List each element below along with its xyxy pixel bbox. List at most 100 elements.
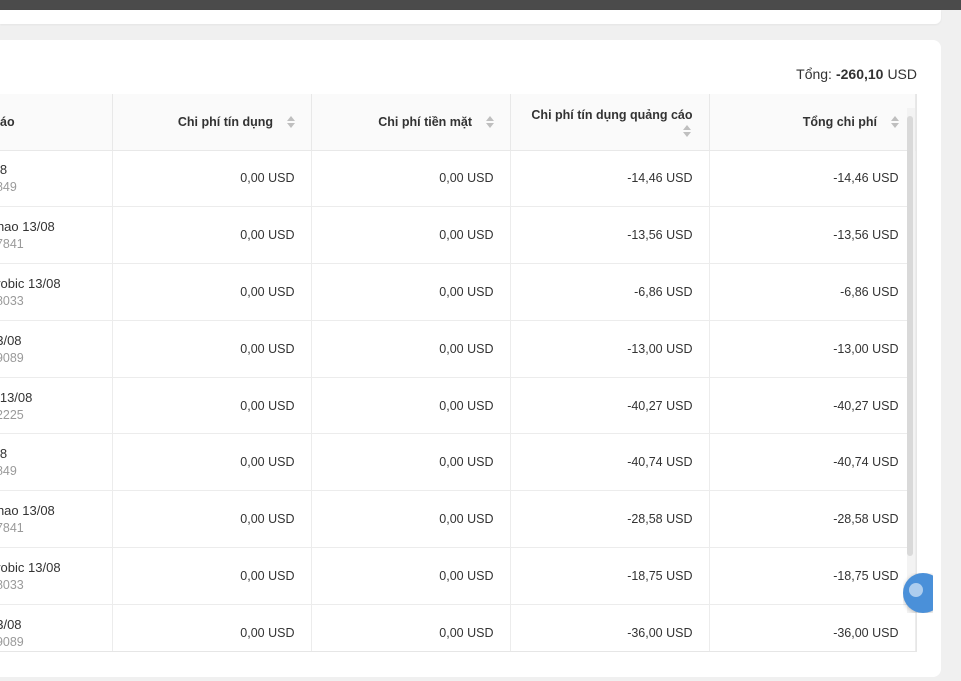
credit-cost-cell: 0,00 USD: [112, 604, 312, 651]
cost-table: áo Chi phí tín dụng Chi phí tiền mặt Chi…: [0, 94, 916, 651]
campaign-cell[interactable]: Thao 13/08 27841: [0, 490, 113, 549]
cash-cost-cell: 0,00 USD: [311, 490, 511, 549]
total-cost-cell: -40,74 USD: [709, 433, 916, 492]
ad-credit-cost-cell: -18,75 USD: [510, 547, 710, 605]
ad-credit-cost-cell: -13,56 USD: [510, 206, 710, 265]
campaign-cell[interactable]: 13/08 99089: [0, 320, 113, 378]
cash-cost-cell: 0,00 USD: [311, 377, 511, 435]
total-label: Tổng:: [796, 66, 832, 82]
campaign-name[interactable]: 13/08: [0, 617, 96, 632]
credit-cost-cell: 0,00 USD: [112, 320, 312, 378]
campaign-id: 27841: [0, 237, 24, 252]
credit-cost-cell: 0,00 USD: [112, 433, 312, 492]
total-cost-cell: -13,56 USD: [709, 206, 916, 265]
campaign-id: 78033: [0, 293, 24, 308]
total-cost-cell: -36,00 USD: [709, 604, 916, 651]
campaign-name[interactable]: n 13/08: [0, 390, 96, 405]
campaign-name[interactable]: /08: [0, 446, 96, 461]
credit-cost-cell: 0,00 USD: [112, 490, 312, 549]
campaign-name[interactable]: 13/08: [0, 333, 96, 348]
campaign-name[interactable]: Thao 13/08: [0, 219, 96, 234]
cash-cost-cell: 0,00 USD: [311, 150, 511, 208]
scrollbar-thumb[interactable]: [907, 116, 913, 556]
campaign-name[interactable]: /08: [0, 162, 96, 177]
campaign-cell[interactable]: erobic 13/08 78033: [0, 263, 113, 321]
total-value: -260,10: [835, 66, 884, 82]
total-cost-cell: -28,58 USD: [709, 490, 916, 549]
table-row[interactable]: Thao 13/08278410,00 USD0,00 USD-13,56 US…: [0, 206, 916, 265]
total-unit: USD: [887, 66, 917, 82]
table-row[interactable]: /0888490,00 USD0,00 USD-14,46 USD-14,46 …: [0, 150, 916, 208]
ad-credit-cost-cell: -28,58 USD: [510, 490, 710, 549]
table-row[interactable]: /0888490,00 USD0,00 USD-40,74 USD-40,74 …: [0, 433, 916, 492]
ad-credit-cost-cell: -6,86 USD: [510, 263, 710, 321]
sort-caret-icon[interactable]: [485, 116, 494, 129]
campaign-name[interactable]: erobic 13/08: [0, 560, 96, 575]
table-row[interactable]: Thao 13/08278410,00 USD0,00 USD-28,58 US…: [0, 490, 916, 549]
total-cost-cell: -13,00 USD: [709, 320, 916, 378]
credit-cost-cell: 0,00 USD: [112, 206, 312, 265]
top-card: [0, 10, 941, 24]
column-header-cash-cost[interactable]: Chi phí tiền mặt: [311, 94, 511, 151]
campaign-id: 78033: [0, 577, 24, 592]
campaign-cell[interactable]: Thao 13/08 27841: [0, 206, 113, 265]
column-header-label: Tổng chi phí: [802, 114, 878, 129]
campaign-id: 12225: [0, 407, 24, 422]
total-cost-cell: -18,75 USD: [709, 547, 916, 605]
column-header-ad-credit-cost[interactable]: Chi phí tín dụng quảng cáo: [510, 94, 710, 151]
cash-cost-cell: 0,00 USD: [311, 433, 511, 492]
cash-cost-cell: 0,00 USD: [311, 547, 511, 605]
cash-cost-cell: 0,00 USD: [311, 263, 511, 321]
campaign-cell[interactable]: n 13/08 12225: [0, 377, 113, 435]
table-row[interactable]: erobic 13/08780330,00 USD0,00 USD-6,86 U…: [0, 263, 916, 321]
column-header-label: Chi phí tiền mặt: [378, 114, 473, 129]
chat-bubble-icon: [903, 573, 933, 613]
campaign-cell[interactable]: erobic 13/08 78033: [0, 547, 113, 605]
cash-cost-cell: 0,00 USD: [311, 206, 511, 265]
column-header-campaign[interactable]: áo: [0, 94, 113, 151]
cost-table-container: áo Chi phí tín dụng Chi phí tiền mặt Chi…: [0, 94, 917, 652]
campaign-cell[interactable]: 13/08 99089: [0, 604, 113, 651]
sort-caret-icon[interactable]: [286, 116, 295, 129]
column-header-credit-cost[interactable]: Chi phí tín dụng: [112, 94, 312, 151]
campaign-id: 8849: [0, 180, 17, 195]
report-card: Tổng: -260,10 USD áo Chi phí tín dụng Ch…: [0, 40, 941, 677]
ad-credit-cost-cell: -36,00 USD: [510, 604, 710, 651]
table-scrollbar[interactable]: [907, 108, 915, 613]
credit-cost-cell: 0,00 USD: [112, 547, 312, 605]
credit-cost-cell: 0,00 USD: [112, 377, 312, 435]
column-header-label: Chi phí tín dụng: [177, 114, 274, 129]
total-cost-cell: -40,27 USD: [709, 377, 916, 435]
campaign-cell[interactable]: /08 8849: [0, 150, 113, 208]
table-row[interactable]: 13/08990890,00 USD0,00 USD-13,00 USD-13,…: [0, 320, 916, 378]
column-header-label: Chi phí tín dụng quảng cáo: [531, 107, 693, 122]
column-header-total-cost[interactable]: Tổng chi phí: [709, 94, 916, 151]
sort-caret-icon[interactable]: [682, 124, 691, 137]
floating-chat-button[interactable]: [903, 573, 933, 613]
app-screen: Tổng: -260,10 USD áo Chi phí tín dụng Ch…: [0, 10, 961, 681]
total-cost-cell: -6,86 USD: [709, 263, 916, 321]
campaign-name[interactable]: erobic 13/08: [0, 276, 96, 291]
table-header-row: áo Chi phí tín dụng Chi phí tiền mặt Chi…: [0, 94, 916, 151]
table-row[interactable]: erobic 13/08780330,00 USD0,00 USD-18,75 …: [0, 547, 916, 605]
campaign-id: 27841: [0, 521, 24, 536]
campaign-name[interactable]: Thao 13/08: [0, 503, 96, 518]
cash-cost-cell: 0,00 USD: [311, 320, 511, 378]
column-header-label: áo: [0, 114, 15, 129]
credit-cost-cell: 0,00 USD: [112, 263, 312, 321]
total-summary: Tổng: -260,10 USD: [796, 66, 917, 82]
table-row[interactable]: 13/08990890,00 USD0,00 USD-36,00 USD-36,…: [0, 604, 916, 651]
total-cost-cell: -14,46 USD: [709, 150, 916, 208]
campaign-id: 99089: [0, 634, 24, 649]
campaign-id: 99089: [0, 350, 24, 365]
ad-credit-cost-cell: -40,74 USD: [510, 433, 710, 492]
cash-cost-cell: 0,00 USD: [311, 604, 511, 651]
ad-credit-cost-cell: -14,46 USD: [510, 150, 710, 208]
ad-credit-cost-cell: -40,27 USD: [510, 377, 710, 435]
table-row[interactable]: n 13/08122250,00 USD0,00 USD-40,27 USD-4…: [0, 377, 916, 435]
ad-credit-cost-cell: -13,00 USD: [510, 320, 710, 378]
campaign-id: 8849: [0, 464, 17, 479]
sort-caret-icon[interactable]: [890, 116, 899, 129]
campaign-cell[interactable]: /08 8849: [0, 433, 113, 492]
credit-cost-cell: 0,00 USD: [112, 150, 312, 208]
